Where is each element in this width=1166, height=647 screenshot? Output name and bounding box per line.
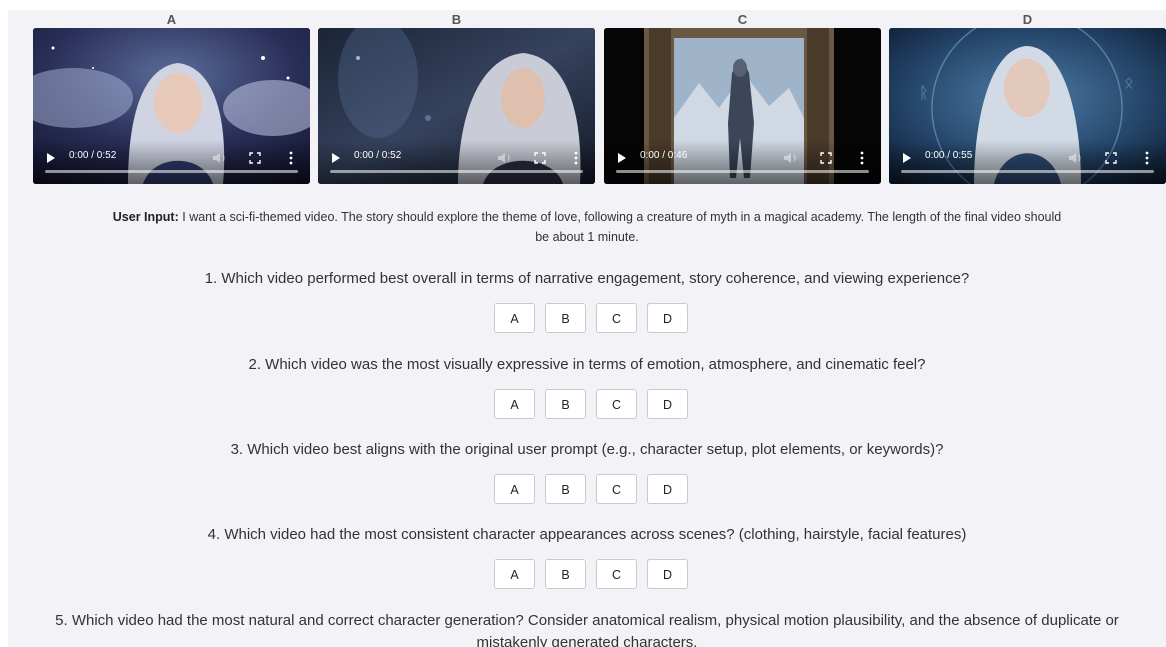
video-label: C [737, 12, 748, 27]
more-vertical-icon[interactable] [289, 151, 293, 165]
fullscreen-icon[interactable] [534, 152, 546, 164]
question-3: 3. Which video best aligns with the orig… [230, 441, 944, 458]
volume-icon[interactable] [1068, 152, 1084, 164]
more-vertical-icon[interactable] [860, 151, 864, 165]
q3-option-b-button[interactable]: B [545, 474, 586, 504]
q3-option-c-button[interactable]: C [596, 474, 637, 504]
svg-text:ᛟ: ᛟ [1124, 73, 1134, 92]
play-icon[interactable] [903, 153, 911, 163]
q2-option-b-button[interactable]: B [545, 389, 586, 419]
question-1-answers: A B C D [494, 303, 694, 335]
q1-option-c-button[interactable]: C [596, 303, 637, 333]
fullscreen-icon[interactable] [1105, 152, 1117, 164]
q2-option-c-button[interactable]: C [596, 389, 637, 419]
more-vertical-icon[interactable] [1145, 151, 1149, 165]
q4-option-a-button[interactable]: A [494, 559, 535, 589]
fullscreen-icon[interactable] [820, 152, 832, 164]
video-controls: 0:00 / 0:52 [33, 140, 310, 184]
video-controls: 0:00 / 0:52 [318, 140, 595, 184]
q1-option-d-button[interactable]: D [647, 303, 688, 333]
volume-icon[interactable] [497, 152, 513, 164]
q1-option-b-button[interactable]: B [545, 303, 586, 333]
video-player-a[interactable]: 0:00 / 0:52 [33, 28, 310, 184]
q3-option-a-button[interactable]: A [494, 474, 535, 504]
video-controls: 0:00 / 0:46 [604, 140, 881, 184]
video-d-column: D ᚱ ᛟ 0:00 / 0:55 [889, 10, 1166, 186]
q4-option-b-button[interactable]: B [545, 559, 586, 589]
video-time: 0:00 / 0:52 [69, 150, 117, 161]
video-time: 0:00 / 0:55 [925, 150, 973, 161]
video-a-column: A 0:00 / 0:52 [33, 10, 310, 186]
q3-option-d-button[interactable]: D [647, 474, 688, 504]
video-player-c[interactable]: 0:00 / 0:46 [604, 28, 881, 184]
play-icon[interactable] [47, 153, 55, 163]
q1-option-a-button[interactable]: A [494, 303, 535, 333]
video-progress-bar[interactable] [330, 170, 583, 173]
video-b-column: B 0:00 / 0:52 [318, 10, 595, 186]
more-vertical-icon[interactable] [574, 151, 578, 165]
video-c-column: C 0:00 / 0:46 [604, 10, 881, 186]
video-label: A [166, 12, 177, 27]
video-gallery: A 0:00 / 0:52 B 0:00 / 0:52 C 0:00 / 0:4… [33, 10, 1166, 186]
video-time: 0:00 / 0:46 [640, 150, 688, 161]
question-4: 4. Which video had the most consistent c… [207, 526, 967, 543]
play-icon[interactable] [618, 153, 626, 163]
question-2: 2. Which video was the most visually exp… [248, 356, 926, 373]
question-4-answers: A B C D [494, 559, 694, 591]
q4-option-d-button[interactable]: D [647, 559, 688, 589]
volume-icon[interactable] [783, 152, 799, 164]
user-input-prompt: User Input: I want a sci-fi-themed video… [108, 207, 1066, 247]
video-progress-bar[interactable] [901, 170, 1154, 173]
q2-option-a-button[interactable]: A [494, 389, 535, 419]
video-label: B [451, 12, 462, 27]
video-progress-bar[interactable] [616, 170, 869, 173]
play-icon[interactable] [332, 153, 340, 163]
question-2-answers: A B C D [494, 389, 694, 421]
question-3-answers: A B C D [494, 474, 694, 506]
video-label: D [1022, 12, 1033, 27]
fullscreen-icon[interactable] [249, 152, 261, 164]
user-input-label: User Input: [112, 210, 179, 224]
video-player-b[interactable]: 0:00 / 0:52 [318, 28, 595, 184]
survey-page: A 0:00 / 0:52 B 0:00 / 0:52 C 0:00 / 0:4… [8, 10, 1166, 647]
q4-option-c-button[interactable]: C [596, 559, 637, 589]
video-time: 0:00 / 0:52 [354, 150, 402, 161]
q2-option-d-button[interactable]: D [647, 389, 688, 419]
svg-text:ᚱ: ᚱ [919, 83, 929, 102]
question-1: 1. Which video performed best overall in… [204, 270, 970, 287]
question-5: 5. Which video had the most natural and … [55, 612, 1119, 647]
video-controls: 0:00 / 0:55 [889, 140, 1166, 184]
video-player-d[interactable]: ᚱ ᛟ 0:00 / 0:55 [889, 28, 1166, 184]
volume-icon[interactable] [212, 152, 228, 164]
user-input-text: I want a sci-fi-themed video. The story … [182, 210, 1062, 244]
video-progress-bar[interactable] [45, 170, 298, 173]
